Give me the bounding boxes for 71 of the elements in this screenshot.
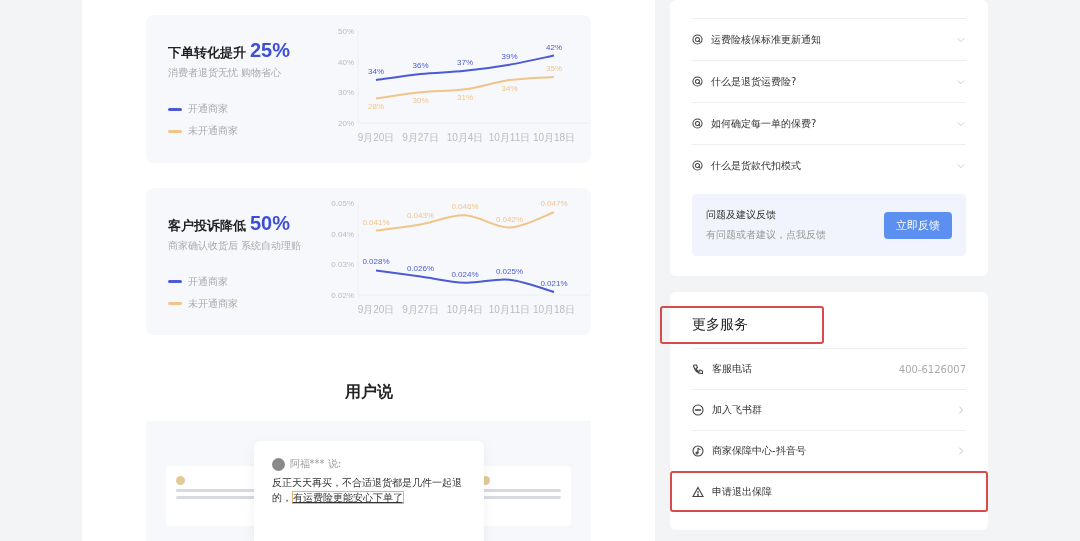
service-label: 加入飞书群 [712, 403, 763, 417]
section-heading: 用户说 [344, 382, 393, 403]
legend-label: 未开通商家 [188, 296, 238, 311]
service-item[interactable]: 客服电话 400-6126007 [692, 348, 966, 389]
data-label: 0.025% [495, 266, 524, 276]
data-label: 42% [546, 42, 562, 52]
feedback-title: 问题及建议反馈 [706, 208, 777, 222]
service-label: 商家保障中心-抖音号 [712, 444, 807, 458]
x-tick-label: 10月4日 [446, 131, 484, 143]
data-label: 0.042% [495, 214, 524, 224]
legend-label: 开通商家 [188, 274, 228, 289]
stat-subtitle: 消费者退货无忧 购物省心 [168, 66, 283, 81]
faq-item[interactable]: 运费险核保标准更新通知 [692, 18, 966, 60]
legend-swatch [168, 107, 182, 111]
legend-swatch [168, 129, 182, 133]
stat-value: 50% [250, 211, 291, 235]
avatar-icon [271, 457, 285, 471]
data-label: 34% [501, 83, 518, 93]
section-title: 更多服务 [660, 306, 824, 344]
chat-bubble-icon [692, 404, 704, 416]
service-item[interactable]: 商家保障中心-抖音号 [692, 430, 966, 471]
data-label: 34% [368, 66, 384, 76]
user-name: 阿福*** 说: [289, 457, 342, 471]
feedback-subtitle: 有问题或者建议，点我反馈 [706, 228, 826, 242]
data-label: 37% [457, 57, 473, 67]
testimonial-quote: 反正天天再买，不合适退货都是几件一起退的，有运费险更能安心下单了 [271, 476, 463, 505]
legend-swatch [168, 280, 182, 284]
data-label: 0.026% [406, 263, 435, 273]
data-label: 35% [546, 63, 562, 73]
data-label: 0.047% [540, 199, 568, 209]
data-label: 0.021% [540, 279, 568, 289]
faq-item[interactable]: 什么是退货运费险? [692, 60, 966, 102]
faq-question: 什么是退货运费险? [711, 74, 798, 89]
question-icon [692, 34, 703, 45]
faq-question: 运费险核保标准更新通知 [711, 32, 822, 47]
faq-item[interactable]: 如何确定每一单的保费? [692, 102, 966, 144]
data-label: 0.043% [406, 211, 435, 221]
service-label: 申请退出保障 [712, 484, 773, 499]
phone-number: 400-6126007 [898, 363, 966, 375]
service-item[interactable]: 加入飞书群 [692, 389, 966, 430]
data-label: 0.028% [362, 257, 390, 267]
data-label: 0.024% [451, 270, 479, 279]
stat-subtitle: 商家确认收货后 系统自动理赔 [168, 238, 303, 253]
data-label: 28% [368, 102, 384, 112]
stat-title: 下单转化提升 [168, 44, 246, 63]
service-label: 客服电话 [712, 362, 753, 376]
warning-icon [692, 485, 704, 498]
data-label: 0.041% [362, 217, 390, 227]
y-tick-label: 0.02% [331, 291, 354, 301]
stat-value: 25% [250, 39, 291, 63]
legend-swatch [168, 302, 182, 306]
question-icon [692, 76, 703, 87]
faq-question: 什么是货款代扣模式 [711, 158, 802, 173]
service-item[interactable]: 申请退出保障 [670, 471, 988, 512]
data-label: 0.046% [451, 202, 479, 212]
x-tick-label: 10月4日 [446, 304, 484, 316]
data-label: 36% [412, 60, 429, 70]
question-icon [692, 160, 703, 171]
data-label: 39% [501, 51, 518, 61]
question-icon [692, 118, 703, 129]
data-label: 30% [412, 96, 429, 106]
legend-label: 未开通商家 [188, 124, 238, 139]
data-label: 31% [457, 93, 473, 102]
phone-icon [692, 363, 704, 375]
avatar-icon [176, 476, 185, 485]
stat-title: 客户投诉降低 [168, 216, 246, 235]
legend-label: 开通商家 [188, 102, 228, 117]
faq-question: 如何确定每一单的保费? [711, 116, 818, 131]
y-tick-label: 0.04% [331, 229, 354, 239]
faq-item[interactable]: 什么是货款代扣模式 [692, 144, 966, 186]
music-note-icon [692, 445, 704, 457]
